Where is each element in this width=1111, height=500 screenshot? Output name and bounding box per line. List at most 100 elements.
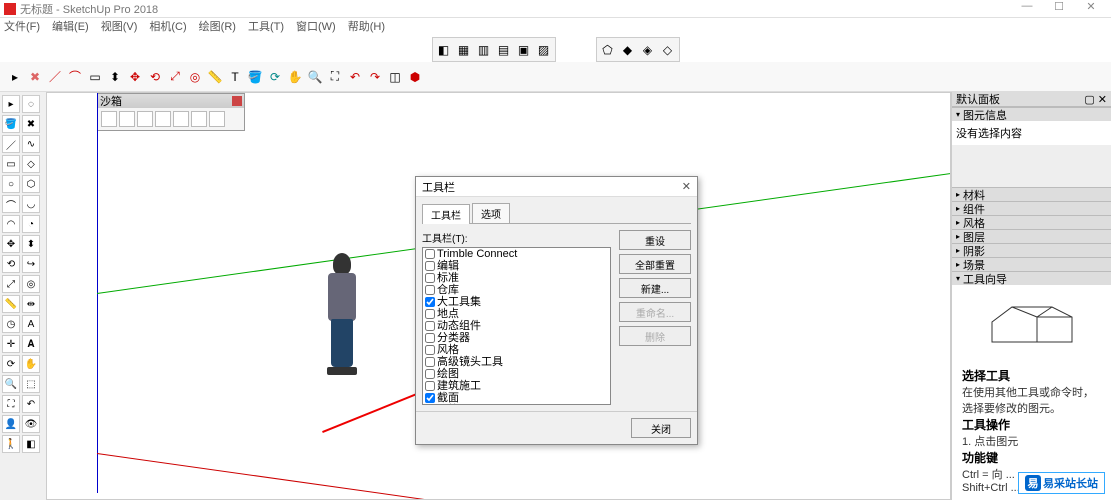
look-tool[interactable]: 👁 [22, 415, 40, 433]
eraser-icon[interactable]: ✖ [26, 68, 44, 86]
toolbar-item[interactable]: 大工具集 [423, 296, 610, 308]
paint-tool[interactable]: 🪣 [2, 115, 20, 133]
text-tool[interactable]: A [22, 315, 40, 333]
arc3-tool[interactable]: ◠ [2, 215, 20, 233]
toolbar-item[interactable]: 编辑 [423, 260, 610, 272]
prev-view-tool[interactable]: ↶ [22, 395, 40, 413]
toolbar-item-checkbox[interactable] [425, 345, 435, 355]
toolbar-item[interactable]: 地点 [423, 308, 610, 320]
sandbox-toolbar[interactable]: 沙箱 [97, 93, 245, 131]
offset-tool[interactable]: ◎ [22, 275, 40, 293]
minimize-button[interactable]: — [1011, 0, 1043, 18]
menu-window[interactable]: 窗口(W) [296, 18, 336, 34]
toolbar-item[interactable]: 分类器 [423, 332, 610, 344]
offset-icon[interactable]: ◎ [186, 68, 204, 86]
toolbar-item[interactable]: 截面 [423, 392, 610, 404]
delete-button[interactable]: 删除 [619, 326, 691, 346]
toolbar-item-checkbox[interactable] [425, 357, 435, 367]
eraser-tool[interactable]: ✖ [22, 115, 40, 133]
section-cut-icon[interactable]: ▥ [475, 41, 493, 59]
followme-tool[interactable]: ↪ [22, 255, 40, 273]
section-tool-icon[interactable]: ▣ [515, 41, 533, 59]
warehouse-icon[interactable]: ⬢ [406, 68, 424, 86]
move-tool[interactable]: ✥ [2, 235, 20, 253]
styles-section[interactable]: 风格 [952, 215, 1111, 229]
sandbox-from-contours-icon[interactable] [101, 111, 117, 127]
toolbar-item[interactable]: 绘图 [423, 368, 610, 380]
menu-view[interactable]: 视图(V) [101, 18, 138, 34]
sandbox-close-icon[interactable] [232, 96, 242, 106]
tab-options[interactable]: 选项 [472, 203, 510, 223]
axes-tool[interactable]: ✛ [2, 335, 20, 353]
reset-all-button[interactable]: 全部重置 [619, 254, 691, 274]
toolbar-item-checkbox[interactable] [425, 285, 435, 295]
rect-tool[interactable]: ▭ [2, 155, 20, 173]
toolbar-item-checkbox[interactable] [425, 393, 435, 403]
tab-toolbars[interactable]: 工具栏 [422, 204, 470, 224]
section-tool2-icon[interactable]: ▨ [535, 41, 553, 59]
move-icon[interactable]: ✥ [126, 68, 144, 86]
rotate-tool[interactable]: ⟲ [2, 255, 20, 273]
scale-tool[interactable]: ⤢ [2, 275, 20, 293]
toolbar-item-checkbox[interactable] [425, 261, 435, 271]
toolbar-item[interactable]: 高级镜头工具 [423, 356, 610, 368]
select-icon[interactable]: ▸ [6, 68, 24, 86]
zoom-extents-tool[interactable]: ⛶ [2, 395, 20, 413]
tape-icon[interactable]: 📏 [206, 68, 224, 86]
section-display-icon[interactable]: ▦ [455, 41, 473, 59]
outer-shell-icon[interactable]: ⬠ [599, 41, 617, 59]
rotated-rect-tool[interactable]: ◇ [22, 155, 40, 173]
protractor-tool[interactable]: ◷ [2, 315, 20, 333]
layers-section[interactable]: 图层 [952, 229, 1111, 243]
toolbar-item-checkbox[interactable] [425, 369, 435, 379]
intersect-icon[interactable]: ◆ [619, 41, 637, 59]
menu-edit[interactable]: 编辑(E) [52, 18, 89, 34]
sandbox-from-scratch-icon[interactable] [119, 111, 135, 127]
rotate-icon[interactable]: ⟲ [146, 68, 164, 86]
rename-button[interactable]: 重命名... [619, 302, 691, 322]
toolbar-item[interactable]: 动态组件 [423, 320, 610, 332]
polygon-tool[interactable]: ⬡ [22, 175, 40, 193]
sandbox-drape-icon[interactable] [173, 111, 189, 127]
pie-tool[interactable]: ◔ [22, 215, 40, 233]
line-icon[interactable]: ／ [46, 68, 64, 86]
text-icon[interactable]: T [226, 68, 244, 86]
pushpull-icon[interactable]: ⬍ [106, 68, 124, 86]
dialog-close-icon[interactable]: ✕ [682, 180, 691, 193]
dialog-titlebar[interactable]: 工具栏 ✕ [416, 177, 697, 197]
maximize-button[interactable]: ☐ [1043, 0, 1075, 18]
toolbar-item-checkbox[interactable] [425, 321, 435, 331]
toolbar-item[interactable]: 风格 [423, 344, 610, 356]
menu-draw[interactable]: 绘图(R) [199, 18, 236, 34]
toolbar-item[interactable]: 建筑施工 [423, 380, 610, 392]
component-icon[interactable]: ◫ [386, 68, 404, 86]
close-dialog-button[interactable]: 关闭 [631, 418, 691, 438]
next-view-icon[interactable]: ↷ [366, 68, 384, 86]
toolbar-item[interactable]: 沙箱 [423, 404, 610, 405]
toolbar-item-checkbox[interactable] [425, 333, 435, 343]
section-tool[interactable]: ◧ [22, 435, 40, 453]
orbit-tool[interactable]: ⟳ [2, 355, 20, 373]
lasso-tool[interactable]: ◌ [22, 95, 40, 113]
scale-icon[interactable]: ⤢ [166, 68, 184, 86]
menu-tools[interactable]: 工具(T) [248, 18, 284, 34]
walk-tool[interactable]: 🚶 [2, 435, 20, 453]
arc-tool[interactable]: ⌒ [2, 195, 20, 213]
toolbar-item-checkbox[interactable] [425, 249, 435, 259]
instructor-section[interactable]: 工具向导 [952, 271, 1111, 285]
position-camera-tool[interactable]: 👤 [2, 415, 20, 433]
menu-camera[interactable]: 相机(C) [149, 18, 186, 34]
zoom-window-tool[interactable]: ⬚ [22, 375, 40, 393]
new-button[interactable]: 新建... [619, 278, 691, 298]
rectangle-icon[interactable]: ▭ [86, 68, 104, 86]
tape-tool[interactable]: 📏 [2, 295, 20, 313]
reset-button[interactable]: 重设 [619, 230, 691, 250]
toolbar-item-checkbox[interactable] [425, 381, 435, 391]
zoom-icon[interactable]: 🔍 [306, 68, 324, 86]
pushpull-tool[interactable]: ⬍ [22, 235, 40, 253]
freehand-tool[interactable]: ∿ [22, 135, 40, 153]
scenes-section[interactable]: 场景 [952, 257, 1111, 271]
prev-view-icon[interactable]: ↶ [346, 68, 364, 86]
sandbox-flip-icon[interactable] [209, 111, 225, 127]
close-button[interactable]: ✕ [1075, 0, 1107, 18]
